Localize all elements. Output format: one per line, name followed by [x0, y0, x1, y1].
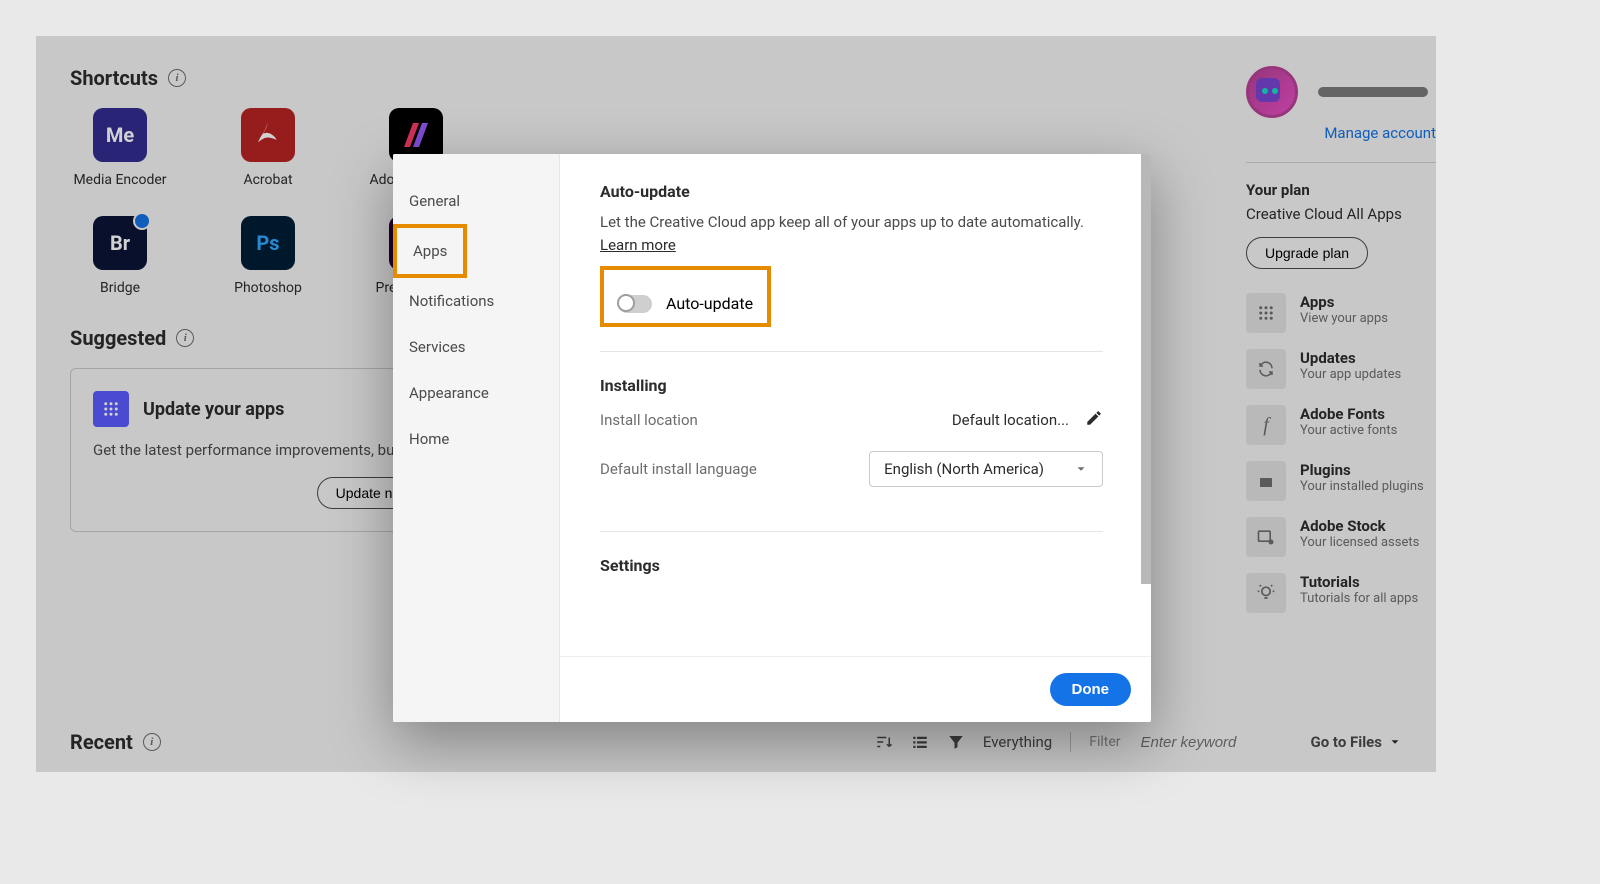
express-icon	[398, 117, 434, 153]
info-icon[interactable]: i	[143, 733, 161, 751]
side-sub: View your apps	[1300, 311, 1388, 326]
auto-update-toggle-label: Auto-update	[666, 294, 753, 313]
side-sub: Tutorials for all apps	[1300, 591, 1418, 606]
app-abbr: Me	[106, 123, 134, 147]
nav-services[interactable]: Services	[393, 324, 559, 370]
side-title: Updates	[1300, 349, 1401, 367]
side-title: Adobe Stock	[1300, 517, 1419, 535]
side-item-apps[interactable]: AppsView your apps	[1246, 293, 1436, 333]
side-sub: Your app updates	[1300, 367, 1401, 382]
stock-icon	[1246, 517, 1286, 557]
auto-update-heading: Auto-update	[600, 182, 1103, 201]
info-icon[interactable]: i	[176, 329, 194, 347]
modal-nav: General Apps Notifications Services Appe…	[393, 154, 560, 722]
filter-icon[interactable]	[947, 733, 965, 751]
shortcuts-heading: Shortcuts	[70, 66, 158, 90]
nav-notifications[interactable]: Notifications	[393, 278, 559, 324]
info-icon[interactable]: i	[168, 69, 186, 87]
auto-update-toggle[interactable]	[618, 295, 652, 313]
done-button[interactable]: Done	[1050, 673, 1132, 706]
shortcut-acrobat[interactable]: Acrobat	[218, 108, 318, 188]
acrobat-icon	[253, 120, 283, 150]
nav-apps[interactable]: Apps	[393, 224, 467, 278]
app-abbr: Br	[110, 231, 130, 255]
shortcut-label: Bridge	[100, 280, 140, 296]
installing-heading: Installing	[600, 376, 1103, 395]
avatar[interactable]	[1246, 66, 1298, 118]
side-title: Adobe Fonts	[1300, 405, 1397, 423]
shortcut-label: Photoshop	[234, 280, 302, 296]
divider	[1246, 162, 1436, 163]
modal-scrollbar[interactable]	[1141, 154, 1151, 584]
plan-label: Your plan	[1246, 181, 1436, 199]
shortcut-media-encoder[interactable]: Me Media Encoder	[70, 108, 170, 188]
suggested-heading: Suggested	[70, 326, 166, 350]
manage-account-link[interactable]: Manage account	[1246, 124, 1436, 142]
side-sub: Your licensed assets	[1300, 535, 1419, 550]
install-language-label: Default install language	[600, 460, 757, 478]
filter-label: Filter	[1089, 734, 1120, 750]
side-item-fonts[interactable]: f Adobe FontsYour active fonts	[1246, 405, 1436, 445]
shortcut-label: Media Encoder	[73, 172, 166, 188]
card-title: Update your apps	[143, 399, 284, 420]
grid-icon	[93, 391, 129, 427]
side-item-plugins[interactable]: PluginsYour installed plugins	[1246, 461, 1436, 501]
auto-update-desc: Let the Creative Cloud app keep all of y…	[600, 213, 1084, 231]
plan-name: Creative Cloud All Apps	[1246, 205, 1436, 223]
everything-label[interactable]: Everything	[983, 733, 1052, 751]
side-sub: Your installed plugins	[1300, 479, 1424, 494]
language-select[interactable]: English (North America)	[869, 451, 1103, 487]
update-dot-icon	[133, 212, 151, 230]
upgrade-plan-button[interactable]: Upgrade plan	[1246, 237, 1368, 269]
bulb-icon	[1246, 573, 1286, 613]
filter-input[interactable]	[1139, 733, 1253, 752]
shortcut-photoshop[interactable]: Ps Photoshop	[218, 216, 318, 296]
chevron-down-icon	[1388, 735, 1402, 749]
recent-heading: Recent	[70, 730, 133, 754]
grid-icon	[1246, 293, 1286, 333]
list-icon[interactable]	[911, 733, 929, 751]
side-title: Plugins	[1300, 461, 1424, 479]
divider	[1070, 732, 1071, 752]
language-value: English (North America)	[884, 460, 1044, 478]
side-item-updates[interactable]: UpdatesYour app updates	[1246, 349, 1436, 389]
shortcut-label: Acrobat	[243, 172, 292, 188]
pencil-icon[interactable]	[1085, 409, 1103, 431]
account-name-redacted	[1318, 87, 1428, 97]
preferences-modal: General Apps Notifications Services Appe…	[393, 154, 1151, 722]
side-sub: Your active fonts	[1300, 423, 1397, 438]
side-item-stock[interactable]: Adobe StockYour licensed assets	[1246, 517, 1436, 557]
nav-appearance[interactable]: Appearance	[393, 370, 559, 416]
shortcut-bridge[interactable]: Br Bridge	[70, 216, 170, 296]
chevron-down-icon	[1074, 462, 1088, 476]
learn-more-link[interactable]: Learn more	[600, 236, 676, 254]
nav-home[interactable]: Home	[393, 416, 559, 462]
install-location-value: Default location...	[952, 411, 1069, 429]
install-location-label: Install location	[600, 411, 698, 429]
side-item-tutorials[interactable]: TutorialsTutorials for all apps	[1246, 573, 1436, 613]
font-icon: f	[1246, 405, 1286, 445]
app-abbr: Ps	[256, 231, 279, 255]
refresh-icon	[1246, 349, 1286, 389]
side-title: Tutorials	[1300, 573, 1418, 591]
nav-general[interactable]: General	[393, 178, 559, 224]
sort-icon[interactable]	[875, 733, 893, 751]
go-to-files-link[interactable]: Go to Files	[1311, 733, 1402, 751]
plugin-icon	[1246, 461, 1286, 501]
side-title: Apps	[1300, 293, 1388, 311]
settings-heading: Settings	[600, 556, 1103, 575]
